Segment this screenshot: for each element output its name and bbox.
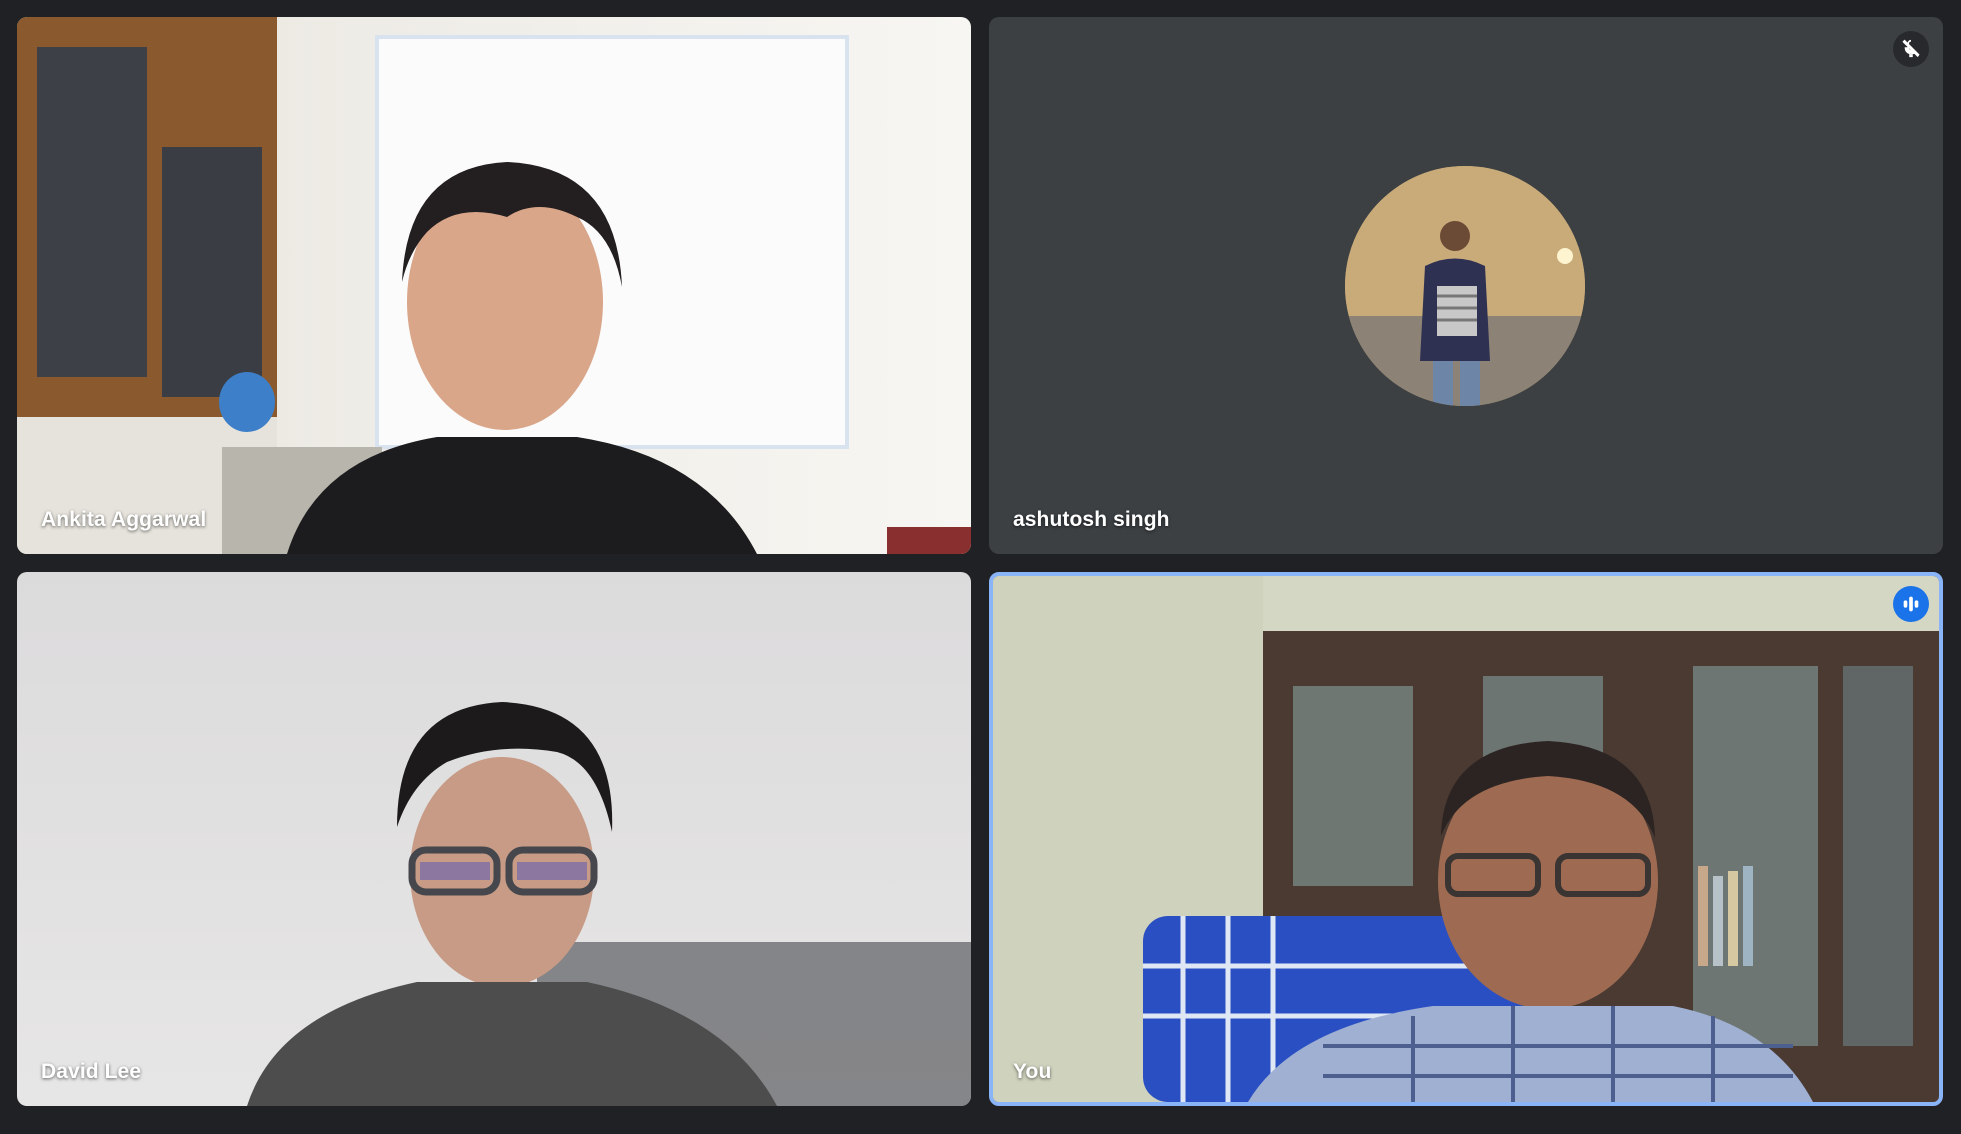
participant-tile[interactable]: ashutosh singh [989,17,1943,554]
participant-name: ashutosh singh [1013,508,1170,531]
participant-tile[interactable]: You [989,572,1943,1106]
participant-tile[interactable]: David Lee [17,572,971,1106]
participant-video [17,572,971,1106]
mic-off-icon [1893,31,1929,67]
participant-video [993,576,1939,1102]
participant-name: You [1013,1060,1052,1083]
participant-video [17,17,971,554]
meeting-grid: Ankita Aggarwal ashutosh singh David Lee… [0,0,1961,1134]
participant-name: Ankita Aggarwal [41,508,207,531]
speaking-icon [1893,586,1929,622]
participant-tile[interactable]: Ankita Aggarwal [17,17,971,554]
avatar [1345,166,1585,406]
participant-name: David Lee [41,1060,142,1083]
